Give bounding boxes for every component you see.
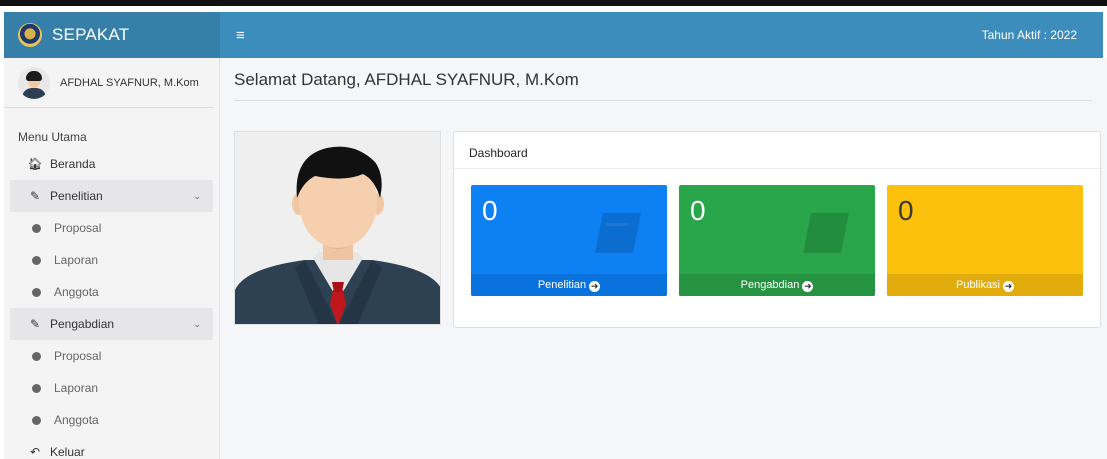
publikasi-more-link[interactable]: Publikasi ➜ [887,274,1083,296]
penelitian-stat-box: 0 Penelitian ➜ [471,185,667,296]
circle-icon [32,223,41,233]
dashboard-card: Dashboard 0 Penelitian ➜ 0 Pengabdian ➜ 0 [453,131,1101,328]
home-icon: 🏠︎ [27,157,43,171]
sidebar-item-label: Proposal [54,221,102,235]
chevron-down-icon: ⌄ [193,318,201,329]
brand-name: SEPAKAT [52,25,130,44]
page-title: Selamat Datang, AFDHAL SYAFNUR, M.Kom [234,70,579,89]
user-name: AFDHAL SYAFNUR, M.Kom [60,76,199,89]
profile-photo [234,131,441,325]
sidebar-item-penelitian-anggota[interactable]: Anggota [4,276,219,308]
book-icon [595,213,641,253]
avatar [18,66,50,99]
sidebar-item-label: Keluar [50,445,85,459]
arrow-circle-right-icon: ➜ [802,281,814,292]
penelitian-count: 0 [482,195,498,226]
user-illustration-icon [235,132,440,324]
circle-icon [32,287,41,297]
penelitian-more-link[interactable]: Penelitian ➜ [471,274,667,296]
menu-header: Menu Utama [18,130,87,144]
reply-arrow-icon: ↶ [29,445,41,459]
main-content: Selamat Datang, AFDHAL SYAFNUR, M.Kom Da… [220,58,1107,459]
sidebar-item-label: Proposal [54,349,102,363]
circle-icon [32,351,41,361]
sidebar-item-pengabdian-anggota[interactable]: Anggota [4,404,219,436]
pengabdian-count: 0 [690,195,706,226]
sidebar-item-beranda[interactable]: 🏠︎ Beranda [4,148,219,180]
sidebar-item-label: Pengabdian [50,317,115,331]
circle-icon [32,255,41,265]
user-panel: AFDHAL SYAFNUR, M.Kom [4,58,213,108]
arrow-circle-right-icon: ➜ [589,281,601,292]
pengabdian-more-link[interactable]: Pengabdian ➜ [679,274,875,296]
sidebar-item-label: Beranda [50,157,96,171]
sidebar-item-penelitian-laporan[interactable]: Laporan [4,244,219,276]
edit-icon: ✎ [29,317,41,331]
publikasi-count: 0 [898,195,914,226]
sidebar-toggle-icon[interactable]: ≡ [236,27,245,44]
sidebar-item-label: Laporan [54,381,99,395]
book-icon [803,213,849,253]
sidebar-item-label: Penelitian [50,189,103,203]
top-navbar: ≡ Tahun Aktif : 2022 [220,12,1103,58]
sidebar-item-label: Anggota [54,285,99,299]
sidebar: AFDHAL SYAFNUR, M.Kom Menu Utama 🏠︎ Bera… [4,58,220,459]
publikasi-stat-box: 0 Publikasi ➜ [887,185,1083,296]
circle-icon [32,415,41,425]
sidebar-item-pengabdian[interactable]: ✎ Pengabdian ⌄ [10,308,213,340]
university-logo-icon [18,23,42,47]
dashboard-title: Dashboard [454,132,1100,169]
active-year-label: Tahun Aktif : 2022 [981,28,1077,42]
edit-icon: ✎ [29,189,41,203]
sidebar-item-keluar[interactable]: ↶ Keluar [4,436,219,459]
arrow-circle-right-icon: ➜ [1003,281,1015,292]
sidebar-item-pengabdian-laporan[interactable]: Laporan [4,372,219,404]
circle-icon [32,383,41,393]
chevron-down-icon: ⌄ [193,190,201,201]
brand-logo-link[interactable]: SEPAKAT [4,12,220,58]
sidebar-item-label: Laporan [54,253,99,267]
sidebar-item-penelitian-proposal[interactable]: Proposal [4,212,219,244]
sidebar-item-pengabdian-proposal[interactable]: Proposal [4,340,219,372]
sidebar-item-label: Anggota [54,413,99,427]
pengabdian-stat-box: 0 Pengabdian ➜ [679,185,875,296]
sidebar-item-penelitian[interactable]: ✎ Penelitian ⌄ [10,180,213,212]
window-top-border [0,0,1107,6]
title-divider [234,100,1092,101]
